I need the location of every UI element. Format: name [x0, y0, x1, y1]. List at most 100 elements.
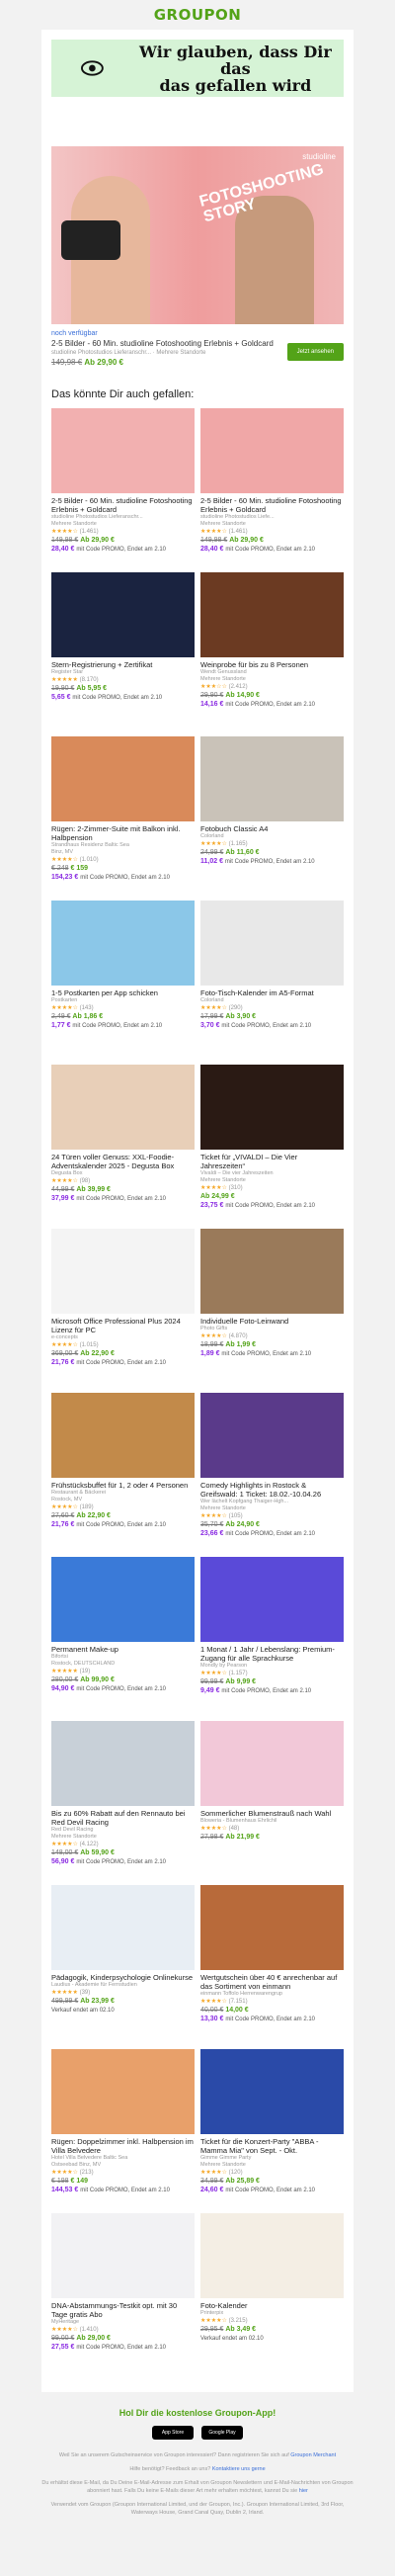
- deal-tile[interactable]: Wertgutschein über 40 € anrechenbar auf …: [200, 1885, 344, 2049]
- rating-count: (1.461): [79, 529, 99, 535]
- deal-tile[interactable]: Ticket für die Konzert-Party "ABBA - Mam…: [200, 2049, 344, 2213]
- deal-tile[interactable]: Rügen: 2-Zimmer-Suite mit Balkon inkl. H…: [51, 736, 195, 901]
- deal-tile[interactable]: 24 Türen voller Genuss: XXL-Foodie-Adven…: [51, 1065, 195, 1229]
- unsubscribe-link[interactable]: hier: [299, 2488, 308, 2494]
- deal-image[interactable]: [200, 2049, 344, 2134]
- deal-title[interactable]: Fotobuch Classic A4: [200, 824, 344, 833]
- rating-stars: ★★★★☆ (189): [51, 1503, 195, 1511]
- deal-tile[interactable]: Rügen: Doppelzimmer inkl. Halbpension im…: [51, 2049, 195, 2213]
- deal-tile[interactable]: Permanent Make-up Bifortsi Rostock, DEUT…: [51, 1557, 195, 1721]
- deal-image[interactable]: [200, 572, 344, 657]
- deal-title[interactable]: Permanent Make-up: [51, 1645, 195, 1654]
- deal-title[interactable]: Bis zu 60% Rabatt auf den Rennauto bei R…: [51, 1809, 195, 1827]
- promo-note: mit Code PROMO, Endet am 2.10: [225, 1203, 316, 1209]
- deal-title[interactable]: DNA-Abstammungs-Testkit opt. mit 30 Tage…: [51, 2301, 195, 2319]
- merchant-link[interactable]: Groupon Merchant: [290, 2452, 336, 2458]
- rating-stars: ★★★★☆ (120): [200, 2169, 344, 2177]
- promo-note: Verkauf endet am 02.10: [200, 2336, 264, 2342]
- promo-row: 27,55 € mit Code PROMO, Endet am 2.10: [51, 2343, 195, 2353]
- deal-tile[interactable]: Individuelle Foto-Leinwand Photo Gifts ★…: [200, 1229, 344, 1393]
- deal-image[interactable]: [200, 901, 344, 986]
- deal-tile[interactable]: Foto-Kalender Printerpix ★★★★☆ (3.215) 2…: [200, 2213, 344, 2377]
- deal-title[interactable]: 24 Türen voller Genuss: XXL-Foodie-Adven…: [51, 1153, 195, 1170]
- deal-tile[interactable]: Microsoft Office Professional Plus 2024 …: [51, 1229, 195, 1393]
- deal-title[interactable]: 1 Monat / 1 Jahr / Lebenslang: Premium-Z…: [200, 1645, 344, 1663]
- deal-title[interactable]: Microsoft Office Professional Plus 2024 …: [51, 1317, 195, 1334]
- promo-price: 37,99 €: [51, 1195, 75, 1202]
- promo-price: 154,23 €: [51, 874, 79, 881]
- old-price: 34,99 €: [200, 2178, 224, 2185]
- deal-title[interactable]: 2-5 Bilder - 60 Min. studioline Fotoshoo…: [200, 496, 344, 514]
- deal-title[interactable]: Stern-Registrierung + Zertifikat: [51, 660, 195, 669]
- deal-image[interactable]: [51, 2213, 195, 2298]
- deal-tile[interactable]: Weinprobe für bis zu 8 Personen Wendt Ge…: [200, 572, 344, 736]
- star-icons: ★★★★☆: [200, 841, 227, 847]
- deal-image[interactable]: [51, 1393, 195, 1478]
- deal-title[interactable]: Foto-Tisch-Kalender im A5-Format: [200, 988, 344, 997]
- deal-tile[interactable]: Comedy Highlights in Rostock & Greifswal…: [200, 1393, 344, 1557]
- promo-price: 14,16 €: [200, 701, 224, 708]
- deal-tile[interactable]: Frühstücksbuffet für 1, 2 oder 4 Persone…: [51, 1393, 195, 1557]
- deal-tile[interactable]: Stern-Registrierung + Zertifikat Registe…: [51, 572, 195, 736]
- deal-image[interactable]: [200, 1065, 344, 1150]
- deal-image[interactable]: [200, 1557, 344, 1642]
- deal-image[interactable]: [51, 2049, 195, 2134]
- view-deal-button[interactable]: Jetzt ansehen: [286, 343, 344, 361]
- deal-tile[interactable]: Ticket für „VIVALDI – Die Vier Jahreszei…: [200, 1065, 344, 1229]
- hero-image[interactable]: studioline FOTOSHOOTING STORY: [51, 146, 344, 324]
- deal-image[interactable]: [200, 2213, 344, 2298]
- groupon-logo[interactable]: GROUPON: [0, 0, 395, 30]
- deal-title[interactable]: Comedy Highlights in Rostock & Greifswal…: [200, 1481, 344, 1499]
- deal-tile[interactable]: 2-5 Bilder - 60 Min. studioline Fotoshoo…: [51, 408, 195, 572]
- deal-image[interactable]: [200, 736, 344, 821]
- deal-image[interactable]: [51, 1721, 195, 1806]
- deal-title[interactable]: Pädagogik, Kinderpsychologie Onlinekurse: [51, 1973, 195, 1982]
- deal-title[interactable]: Rügen: Doppelzimmer inkl. Halbpension im…: [51, 2137, 195, 2155]
- deal-tile[interactable]: Fotobuch Classic A4 Colorland ★★★★☆ (1.1…: [200, 736, 344, 901]
- deal-title[interactable]: Foto-Kalender: [200, 2301, 344, 2310]
- deal-price-row: 149,98 € Ab 29,90 €: [200, 536, 344, 545]
- hero-deal[interactable]: studioline FOTOSHOOTING STORY noch verfü…: [51, 146, 344, 367]
- deal-tile[interactable]: Bis zu 60% Rabatt auf den Rennauto bei R…: [51, 1721, 195, 1885]
- deal-image[interactable]: [51, 1557, 195, 1642]
- deal-image[interactable]: [51, 1885, 195, 1970]
- deal-tile[interactable]: 1-5 Postkarten per App schicken Postkart…: [51, 901, 195, 1065]
- deal-image[interactable]: [51, 736, 195, 821]
- deal-image[interactable]: [200, 1393, 344, 1478]
- deal-title[interactable]: 1-5 Postkarten per App schicken: [51, 988, 195, 997]
- deal-title[interactable]: Wertgutschein über 40 € anrechenbar auf …: [200, 1973, 344, 1991]
- star-icons: ★★★★☆: [200, 1513, 227, 1519]
- deal-image[interactable]: [51, 408, 195, 493]
- deal-tile[interactable]: DNA-Abstammungs-Testkit opt. mit 30 Tage…: [51, 2213, 195, 2377]
- deal-image[interactable]: [200, 1721, 344, 1806]
- star-icons: ★★★☆☆: [200, 684, 227, 690]
- deal-tile[interactable]: Pädagogik, Kinderpsychologie Onlinekurse…: [51, 1885, 195, 2049]
- deal-title[interactable]: 2-5 Bilder - 60 Min. studioline Fotoshoo…: [51, 496, 195, 514]
- deal-title[interactable]: Individuelle Foto-Leinwand: [200, 1317, 344, 1326]
- deal-title[interactable]: Weinprobe für bis zu 8 Personen: [200, 660, 344, 669]
- deal-tile[interactable]: Sommerlicher Blumenstrauß nach Wahl Blow…: [200, 1721, 344, 1885]
- deal-image[interactable]: [200, 1885, 344, 1970]
- google-play-badge[interactable]: Google Play: [201, 2426, 243, 2440]
- deal-tile[interactable]: 2-5 Bilder - 60 Min. studioline Fotoshoo…: [200, 408, 344, 572]
- old-price: 35,70 €: [200, 1521, 224, 1528]
- deal-image[interactable]: [51, 1229, 195, 1314]
- deal-title[interactable]: Frühstücksbuffet für 1, 2 oder 4 Persone…: [51, 1481, 195, 1490]
- rating-count: (1.157): [228, 1671, 248, 1676]
- contact-link[interactable]: Kontaktiere uns gerne: [212, 2466, 266, 2472]
- deal-tile[interactable]: Foto-Tisch-Kalender im A5-Format Colorla…: [200, 901, 344, 1065]
- deal-image[interactable]: [51, 1065, 195, 1150]
- deal-tile[interactable]: 1 Monat / 1 Jahr / Lebenslang: Premium-Z…: [200, 1557, 344, 1721]
- deal-title[interactable]: Sommerlicher Blumenstrauß nach Wahl: [200, 1809, 344, 1818]
- promo-row: 5,65 € mit Code PROMO, Endet am 2.10: [51, 693, 195, 703]
- deal-title[interactable]: Rügen: 2-Zimmer-Suite mit Balkon inkl. H…: [51, 824, 195, 842]
- deal-title[interactable]: Ticket für „VIVALDI – Die Vier Jahreszei…: [200, 1153, 344, 1170]
- deal-image[interactable]: [200, 408, 344, 493]
- deal-image[interactable]: [51, 901, 195, 986]
- deal-image[interactable]: [200, 1229, 344, 1314]
- deal-image[interactable]: [51, 572, 195, 657]
- deal-title[interactable]: Ticket für die Konzert-Party "ABBA - Mam…: [200, 2137, 344, 2155]
- app-store-badge[interactable]: App Store: [152, 2426, 194, 2440]
- hero-title[interactable]: 2-5 Bilder - 60 Min. studioline Fotoshoo…: [51, 339, 274, 348]
- rating-count: (48): [228, 1826, 240, 1832]
